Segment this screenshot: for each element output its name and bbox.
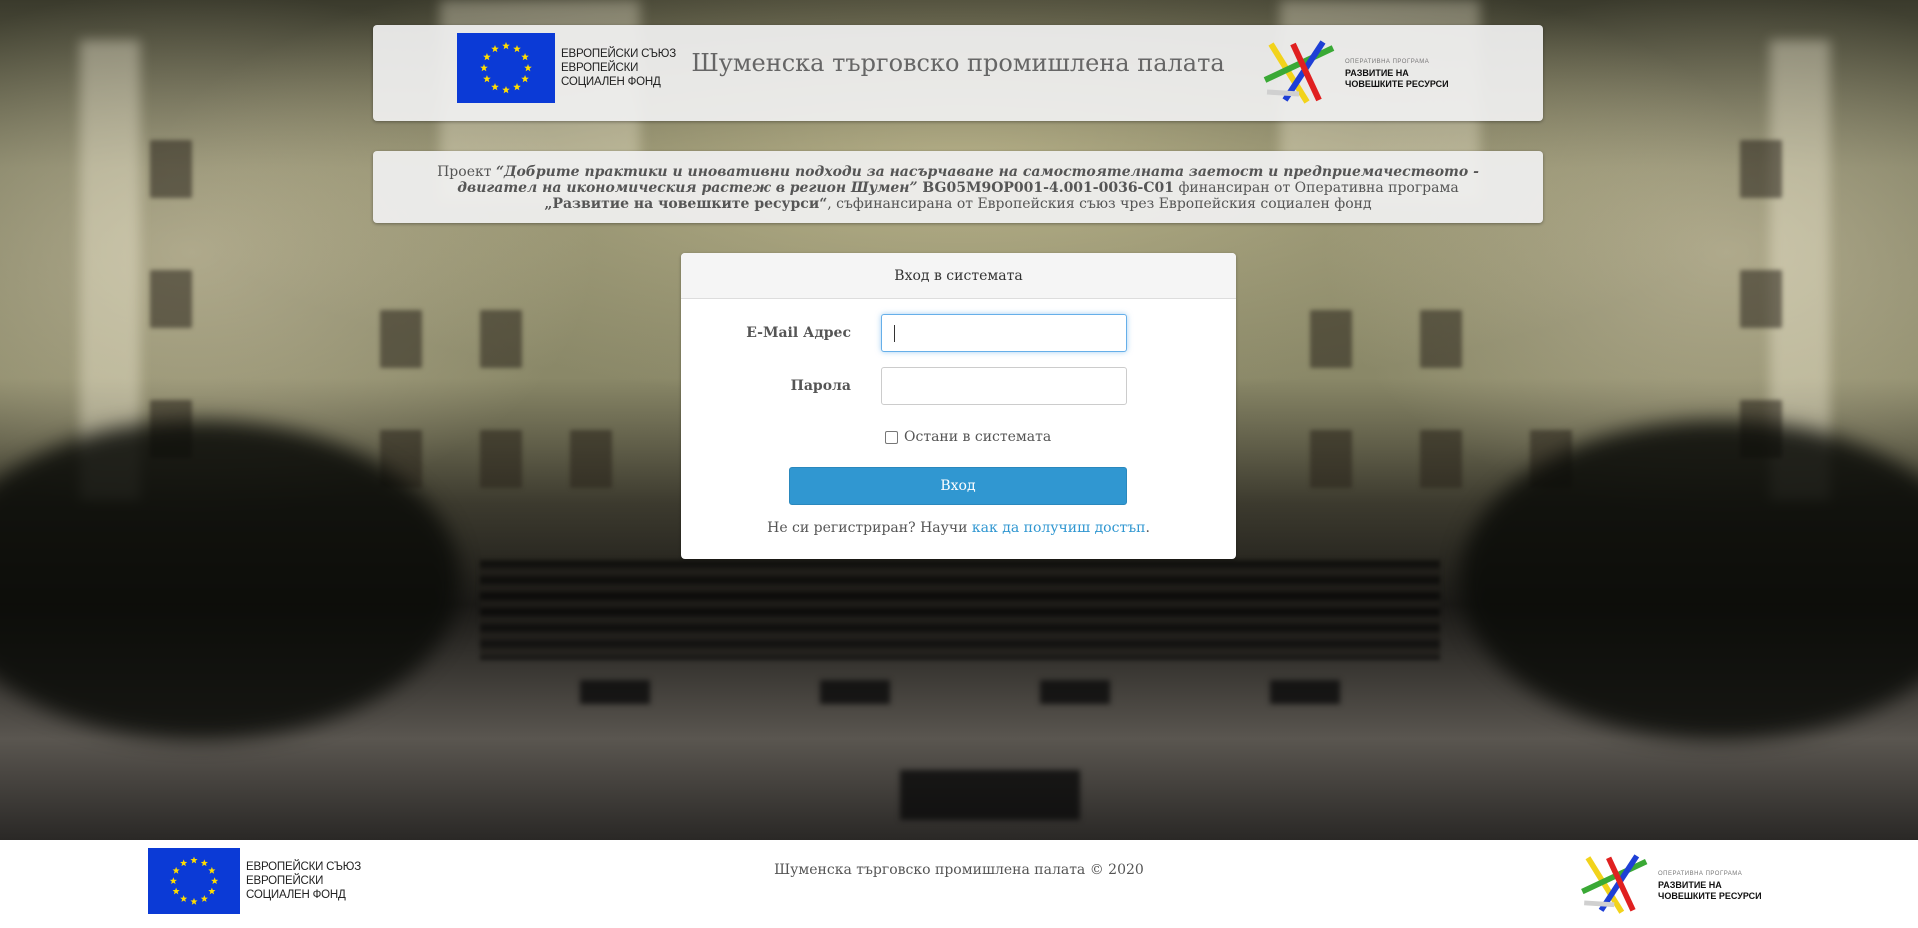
op-logo-line: РАЗВИТИЕ НА — [1345, 67, 1409, 78]
op-logo-text: ОПЕРАТИВНА ПРОГРАМА РАЗВИТИЕ НА ЧОВЕШКИТ… — [1345, 57, 1449, 90]
eu-star-icon — [211, 877, 219, 885]
register-text: Не си регистриран? Научи — [767, 520, 972, 536]
eu-star-icon — [169, 877, 177, 885]
eu-logo-line: СОЦИАЛЕН ФОНД — [246, 889, 346, 901]
email-row: E-Mail Адрес — [681, 314, 1236, 352]
register-hint: Не си регистриран? Научи как да получиш … — [681, 520, 1236, 536]
email-label: E-Mail Адрес — [746, 325, 851, 341]
project-cofunded: , съфинансирана от Европейския съюз чрез… — [827, 196, 1372, 212]
op-logo: ОПЕРАТИВНА ПРОГРАМА РАЗВИТИЕ НА ЧОВЕШКИТ… — [1263, 40, 1449, 106]
text-caret — [894, 325, 895, 342]
eu-star-icon — [172, 887, 180, 895]
project-code: BG05M9OP001-4.001-0036-C01 — [917, 180, 1174, 196]
password-input[interactable] — [881, 367, 1127, 405]
remember-label[interactable]: Остани в системата — [904, 429, 1051, 445]
eu-star-icon — [513, 83, 521, 91]
eu-star-icon — [491, 83, 499, 91]
eu-star-icon — [502, 86, 510, 94]
op-logo-line: ЧОВЕШКИТЕ РЕСУРСИ — [1345, 78, 1449, 89]
op-logo-small-line: ОПЕРАТИВНА ПРОГРАМА — [1345, 58, 1430, 65]
op-logo-line: РАЗВИТИЕ НА — [1658, 879, 1722, 890]
project-prefix: Проект — [437, 164, 496, 180]
register-suffix: . — [1145, 520, 1150, 536]
project-funded-by: финансиран от Оперативна програма — [1174, 180, 1459, 196]
footer-op-logo: ОПЕРАТИВНА ПРОГРАМА РАЗВИТИЕ НА ЧОВЕШКИТ… — [1580, 854, 1762, 916]
op-logo-text: ОПЕРАТИВНА ПРОГРАМА РАЗВИТИЕ НА ЧОВЕШКИТ… — [1658, 869, 1762, 902]
op-logo-line: ЧОВЕШКИТЕ РЕСУРСИ — [1658, 890, 1762, 901]
register-link[interactable]: как да получиш достъп — [972, 520, 1146, 536]
password-row: Парола — [681, 367, 1236, 405]
login-heading: Вход в системата — [681, 253, 1236, 299]
login-button[interactable]: Вход — [789, 467, 1127, 505]
login-form: Вход в системата E-Mail Адрес Парола Ост… — [681, 253, 1236, 559]
site-footer: ЕВРОПЕЙСКИ СЪЮЗ ЕВРОПЕЙСКИ СОЦИАЛЕН ФОНД… — [0, 840, 1918, 928]
eu-star-icon — [200, 895, 208, 902]
eu-star-icon — [208, 887, 216, 895]
eu-logo-line: СОЦИАЛЕН ФОНД — [561, 76, 661, 88]
op-logo-small-line: ОПЕРАТИВНА ПРОГРАМА — [1658, 870, 1743, 877]
remember-checkbox[interactable] — [885, 430, 898, 444]
email-input[interactable] — [881, 314, 1127, 352]
eu-star-icon — [180, 895, 188, 902]
site-header: ЕВРОПЕЙСКИ СЪЮЗ ЕВРОПЕЙСКИ СОЦИАЛЕН ФОНД… — [373, 25, 1543, 121]
eu-flag-icon — [148, 848, 240, 914]
password-label: Парола — [790, 378, 851, 394]
remember-me[interactable]: Остани в системата — [885, 429, 1051, 445]
eu-star-icon — [190, 897, 198, 905]
project-description: Проект “Добрите практики и иновативни по… — [373, 151, 1543, 223]
op-logo-icon — [1263, 40, 1335, 104]
footer-eu-logo: ЕВРОПЕЙСКИ СЪЮЗ ЕВРОПЕЙСКИ СОЦИАЛЕН ФОНД — [148, 848, 361, 914]
project-program: „Развитие на човешките ресурси“ — [544, 196, 828, 212]
op-logo-icon — [1581, 854, 1648, 914]
